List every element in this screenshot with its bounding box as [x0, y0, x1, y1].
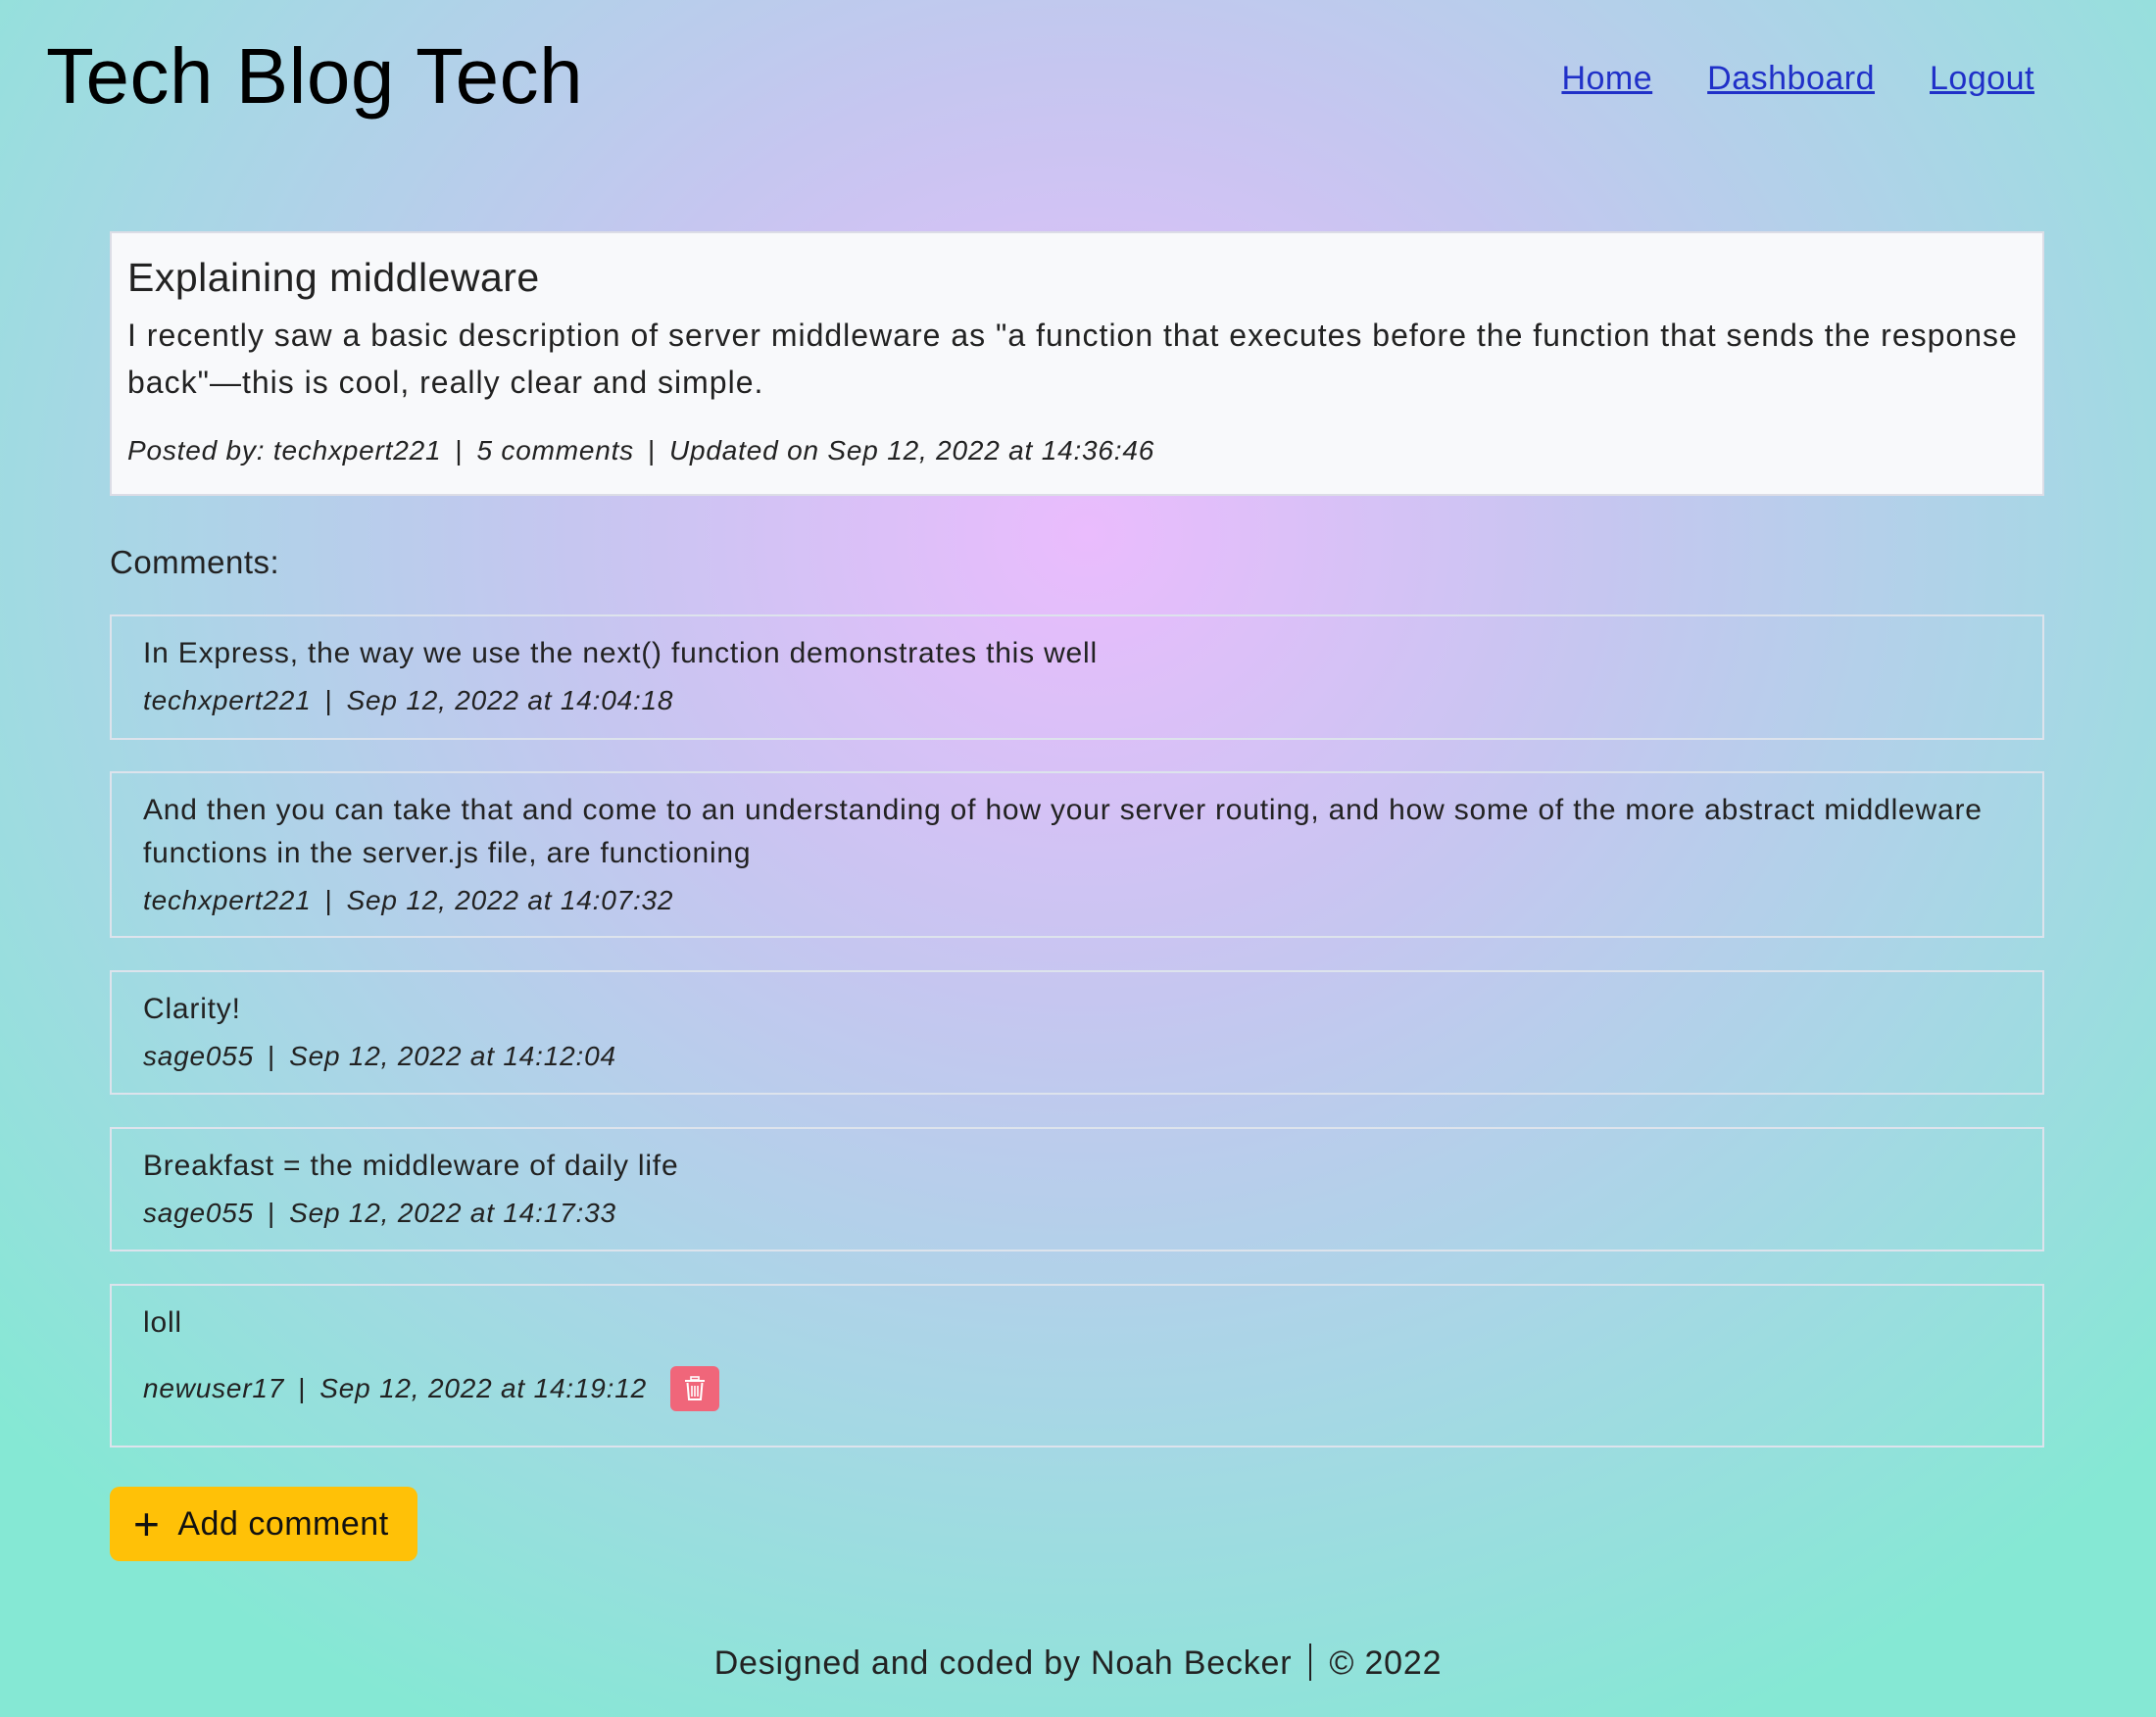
- comment-text: In Express, the way we use the next() fu…: [143, 637, 1098, 669]
- comment-date: Sep 12, 2022 at 14:17:33: [289, 1198, 616, 1228]
- nav-logout-link[interactable]: Logout: [1930, 57, 2034, 100]
- comment-date: Sep 12, 2022 at 14:04:18: [346, 685, 674, 715]
- site-footer: Designed and coded by Noah Becker © 2022: [0, 1639, 2156, 1688]
- site-title: Tech Blog Tech: [46, 32, 584, 120]
- trash-icon: [684, 1376, 706, 1401]
- site-header: Tech Blog Tech Home Dashboard Logout: [0, 0, 2156, 157]
- comment-item: In Express, the way we use the next() fu…: [110, 614, 2044, 740]
- post-meta: Posted by: techxpert221 | 5 comments | Updat…: [127, 431, 2027, 470]
- comments-heading: Comments:: [110, 544, 280, 580]
- nav-home-link[interactable]: Home: [1561, 57, 1652, 100]
- comment-text: And then you can take that and come to a…: [143, 794, 1983, 869]
- meta-separator: |: [298, 1373, 307, 1403]
- footer-divider: [1309, 1643, 1312, 1682]
- comment-text: Clarity!: [143, 993, 241, 1025]
- post-title: Explaining middleware: [127, 255, 540, 300]
- comment-meta: techxpert221 | Sep 12, 2022 at 14:04:18: [143, 681, 2011, 720]
- post-body: I recently saw a basic description of se…: [127, 318, 2018, 400]
- meta-separator: |: [268, 1041, 276, 1071]
- meta-separator: |: [324, 685, 333, 715]
- delete-comment-button[interactable]: [669, 1366, 719, 1411]
- comment-item: loll newuser17 | Sep 12, 2022 at 14:19:12: [110, 1284, 2044, 1447]
- comment-author: sage055: [143, 1041, 255, 1071]
- main-nav: Home Dashboard Logout: [1561, 57, 2034, 100]
- post-card: Explaining middleware I recently saw a b…: [110, 231, 2044, 496]
- post-comment-count: 5 comments: [476, 435, 634, 466]
- nav-dashboard-link[interactable]: Dashboard: [1707, 57, 1875, 100]
- plus-icon: +: [133, 1498, 161, 1549]
- comment-author: sage055: [143, 1198, 255, 1228]
- comment-item: And then you can take that and come to a…: [110, 771, 2044, 938]
- comment-item: Breakfast = the middleware of daily life…: [110, 1127, 2044, 1251]
- comment-meta: sage055 | Sep 12, 2022 at 14:17:33: [143, 1194, 2011, 1233]
- post-author: Posted by: techxpert221: [127, 435, 442, 466]
- add-comment-label: Add comment: [177, 1504, 389, 1543]
- meta-separator: |: [324, 885, 333, 915]
- comment-author: newuser17: [143, 1373, 285, 1403]
- comment-author: techxpert221: [143, 685, 312, 715]
- comment-text: Breakfast = the middleware of daily life: [143, 1150, 679, 1182]
- comment-author: techxpert221: [143, 885, 312, 915]
- comment-date: Sep 12, 2022 at 14:12:04: [289, 1041, 616, 1071]
- comment-item: Clarity! sage055 | Sep 12, 2022 at 14:12:0…: [110, 970, 2044, 1095]
- comment-meta: newuser17 | Sep 12, 2022 at 14:19:12: [143, 1366, 2011, 1411]
- meta-separator: |: [647, 435, 657, 466]
- meta-separator: |: [455, 435, 464, 466]
- meta-separator: |: [268, 1198, 276, 1228]
- comment-meta: sage055 | Sep 12, 2022 at 14:12:04: [143, 1037, 2011, 1076]
- comment-date: Sep 12, 2022 at 14:19:12: [319, 1373, 647, 1403]
- footer-copyright: © 2022: [1329, 1644, 1443, 1682]
- comment-meta: techxpert221 | Sep 12, 2022 at 14:07:32: [143, 881, 2011, 920]
- post-updated-date: Updated on Sep 12, 2022 at 14:36:46: [669, 435, 1155, 466]
- add-comment-button[interactable]: + Add comment: [110, 1487, 417, 1561]
- footer-credit: Designed and coded by Noah Becker: [713, 1644, 1293, 1682]
- comment-date: Sep 12, 2022 at 14:07:32: [346, 885, 674, 915]
- comment-text: loll: [143, 1306, 182, 1339]
